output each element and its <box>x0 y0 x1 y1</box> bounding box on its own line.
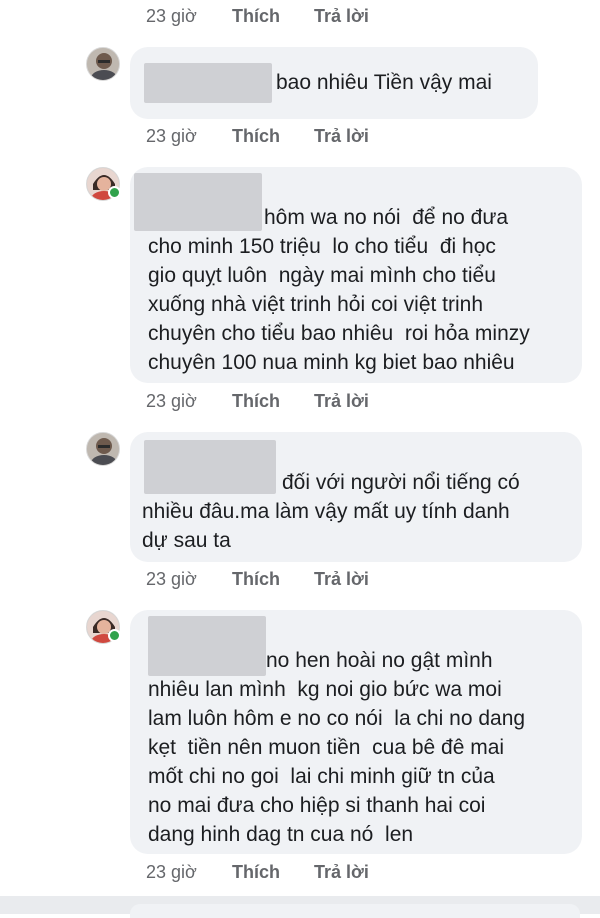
comment-text: mốt chi no goi lai chi minh giữ tn của <box>148 765 495 788</box>
like-button[interactable]: Thích <box>232 391 314 412</box>
comment-text: chuyên cho tiểu bao nhiêu roi hỏa minzy <box>148 322 530 345</box>
section-divider <box>0 896 600 918</box>
comment-text: kẹt tiền nên muon tiền cua bê đê mai <box>148 736 505 759</box>
avatar-photo <box>86 47 120 81</box>
comment-text: nhiêu lan mình kg noi gio bức wa moi <box>148 678 502 701</box>
comment-actions: 23 giờ Thích Trả lời <box>146 121 369 151</box>
avatar[interactable] <box>86 47 120 81</box>
comment-time: 23 giờ <box>146 5 197 26</box>
avatar[interactable] <box>86 610 121 644</box>
reply-button[interactable]: Trả lời <box>314 126 369 147</box>
comment-time: 23 giờ <box>146 125 197 146</box>
comment-text: xuống nhà việt trinh hỏi coi việt trinh <box>148 293 484 316</box>
comment-bubble: hôm wa no nói để no đưa cho minh 150 tri… <box>130 167 582 383</box>
comment-text: chuyên 100 nua minh kg biet bao nhiêu <box>148 351 515 374</box>
like-button[interactable]: Thích <box>232 569 314 590</box>
avatar[interactable] <box>86 432 120 466</box>
comment-time: 23 giờ <box>146 861 197 882</box>
like-button[interactable]: Thích <box>232 126 314 147</box>
reply-button[interactable]: Trả lời <box>314 391 369 412</box>
comment-text: cho minh 150 triệu lo cho tiểu đi học <box>148 235 496 258</box>
comment-actions: 23 giờ Thích Trả lời <box>146 564 369 594</box>
comment-text: no mai đưa cho hiệp si thanh hai coi <box>148 794 486 817</box>
blurred-author-name <box>144 440 276 494</box>
comment-bubble: bao nhiêu Tiền vậy mai <box>130 47 538 119</box>
comment-text: dang hinh dag tn cua nó len <box>148 823 414 846</box>
comment-text: gio quỵt luôn ngày mai mình cho tiểu <box>148 264 496 287</box>
comment-text: hôm wa no nói để no đưa <box>264 206 509 229</box>
avatar-photo <box>86 432 120 466</box>
reply-button[interactable]: Trả lời <box>314 862 369 883</box>
comment-actions: 23 giờ Thích Trả lời <box>146 857 369 887</box>
comment-text: bao nhiêu Tiền vậy mai <box>276 71 492 94</box>
comment-text: đối với người nổi tiếng có <box>282 471 520 494</box>
comment-actions: 23 giờ Thích Trả lời <box>146 386 369 416</box>
comment-time: 23 giờ <box>146 568 197 589</box>
blurred-author-name <box>144 63 272 103</box>
like-button[interactable]: Thích <box>232 862 314 883</box>
like-button[interactable]: Thích <box>232 6 314 27</box>
comment-text: dự sau ta <box>142 529 231 552</box>
comment-bubble: đối với người nổi tiếng có nhiều đâu.ma … <box>130 432 582 562</box>
comment-text: no hen hoài no gật mình <box>266 649 493 672</box>
comment-actions: 23 giờ Thích Trả lời <box>146 1 369 31</box>
comment-time: 23 giờ <box>146 390 197 411</box>
comment-bubble: no hen hoài no gật mình nhiêu lan mình k… <box>130 610 582 854</box>
online-status-dot <box>108 629 121 642</box>
comment-text: nhiều đâu.ma làm vậy mất uy tính danh <box>142 500 510 523</box>
comment-text: lam luôn hôm e no co nói la chi no dang <box>148 707 526 730</box>
online-status-dot <box>108 186 121 199</box>
reply-button[interactable]: Trả lời <box>314 569 369 590</box>
blurred-author-name <box>148 616 266 676</box>
comment-feed: 23 giờ Thích Trả lời bao nhiêu Tiền vậy … <box>0 0 600 918</box>
avatar[interactable] <box>86 167 121 201</box>
blurred-author-name <box>134 173 262 231</box>
reply-button[interactable]: Trả lời <box>314 6 369 27</box>
next-comment-bubble-edge <box>130 904 580 918</box>
